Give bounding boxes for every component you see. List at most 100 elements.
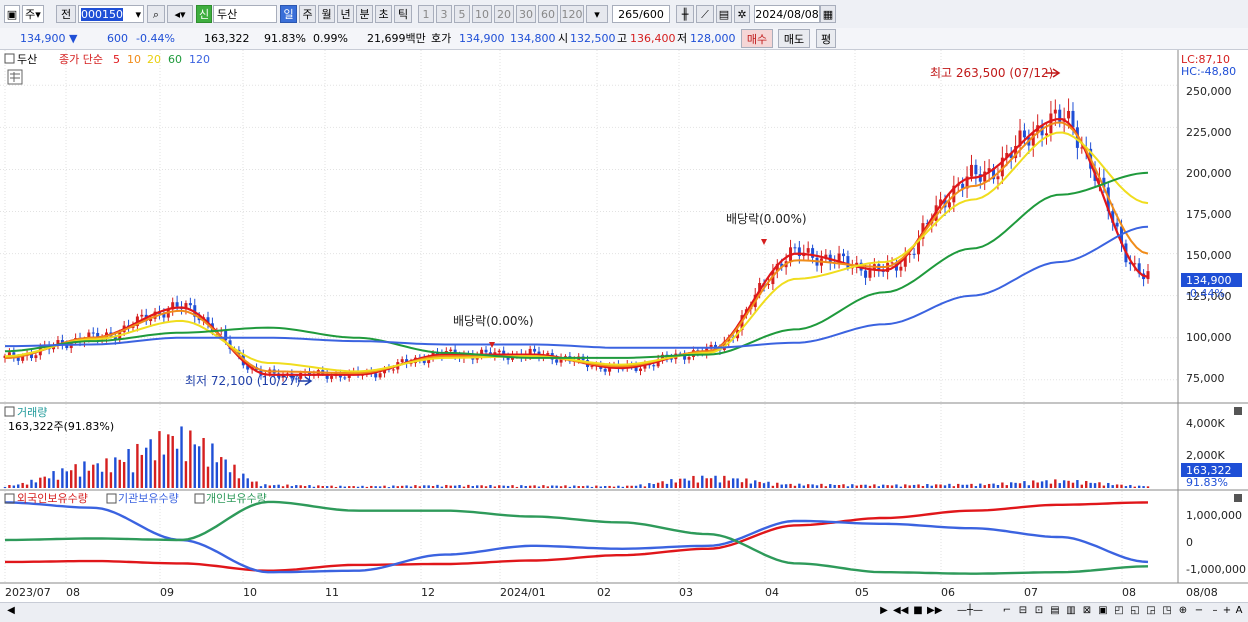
volume-bar	[418, 486, 422, 488]
stop-icon[interactable]: ■	[911, 603, 925, 618]
volume-box-icon[interactable]	[4, 406, 15, 417]
volume-bar	[299, 485, 302, 488]
flow-box-icon-3[interactable]	[194, 493, 205, 504]
scroll-left-icon[interactable]: ◀	[4, 603, 18, 618]
bottom-tool-icon-8[interactable]: ◰	[1112, 603, 1126, 618]
volume-bar	[431, 486, 435, 488]
prev-button[interactable]: 전	[56, 5, 76, 23]
bottom-tool-icon-10[interactable]: ◲	[1144, 603, 1158, 618]
avg-button[interactable]: 평	[816, 29, 836, 48]
bottom-tool-icon-6[interactable]: ⊠	[1080, 603, 1094, 618]
save-icon[interactable]: ▤	[716, 5, 732, 23]
calendar-icon[interactable]: ▦	[820, 5, 836, 23]
volume-bar	[34, 482, 38, 488]
bottom-tool-icon-1[interactable]: ⌐	[1000, 603, 1014, 618]
interval-20-button[interactable]: 20	[494, 5, 514, 23]
volume-bar	[952, 486, 956, 488]
volume-bar	[723, 475, 726, 488]
layout-icon[interactable]: ▣	[4, 5, 20, 23]
flow-close-icon[interactable]	[1234, 494, 1242, 502]
bottom-tool-icon-7[interactable]: ▣	[1096, 603, 1110, 618]
interval-30-button[interactable]: 30	[516, 5, 536, 23]
candle-body	[16, 357, 20, 361]
candle-icon[interactable]: ╫	[676, 5, 694, 23]
down-arrow-icon: ▼	[69, 32, 78, 45]
zoom-out-icon[interactable]: −	[1192, 603, 1206, 618]
volume-bar	[727, 480, 730, 488]
candle-body	[841, 253, 845, 257]
volume-bar	[171, 435, 174, 488]
volume-bar	[69, 470, 73, 488]
period-day-button[interactable]: 일	[280, 5, 297, 23]
period-month-button[interactable]: 월	[318, 5, 335, 23]
period-week-button[interactable]: 주	[299, 5, 316, 23]
volume-bar	[542, 485, 545, 488]
chart-area[interactable]: 250,000 225,000 200,000 175,000 150,000 …	[0, 50, 1248, 603]
volume-bar	[515, 486, 519, 488]
volume-bar	[1076, 480, 1079, 488]
scroll-right-icon[interactable]: ▶	[877, 603, 891, 618]
interval-3-button[interactable]: 3	[436, 5, 452, 23]
volume-bar	[599, 486, 602, 488]
x-label: 08	[1122, 586, 1136, 599]
volume-bar	[184, 461, 188, 488]
volume-bar	[533, 485, 536, 488]
sell-button[interactable]: 매도	[778, 29, 810, 48]
legend-box-icon[interactable]	[4, 53, 15, 64]
stock-name-input[interactable]: 두산	[213, 5, 277, 23]
bottom-tool-icon-9[interactable]: ◱	[1128, 603, 1142, 618]
interval-5-button[interactable]: 5	[454, 5, 470, 23]
bottom-tool-icon-4[interactable]: ▤	[1048, 603, 1062, 618]
volume-bar	[639, 484, 642, 488]
font-icon[interactable]: A	[1232, 603, 1246, 618]
rewind-icon[interactable]: ◀◀	[893, 603, 908, 618]
bottom-tool-icon-5[interactable]: ▥	[1064, 603, 1078, 618]
volume-bar	[568, 486, 572, 488]
quote-price-value: 134,900	[20, 32, 66, 45]
date-field[interactable]: 2024/08/08	[754, 5, 820, 23]
volume-bar	[47, 478, 51, 488]
period-second-button[interactable]: 초	[375, 5, 392, 23]
bottom-tool-icon-12[interactable]: ⊕	[1176, 603, 1190, 618]
interval-1-button[interactable]: 1	[418, 5, 434, 23]
bottom-tool-icon-2[interactable]: ⊟	[1016, 603, 1030, 618]
period-tick-button[interactable]: 틱	[394, 5, 412, 23]
interval-dropdown-icon[interactable]: ▾	[586, 5, 608, 23]
buy-button[interactable]: 매수	[741, 29, 773, 48]
volume-close-icon[interactable]	[1234, 407, 1242, 415]
type-select[interactable]: 주▾	[22, 5, 44, 23]
period-year-button[interactable]: 년	[337, 5, 354, 23]
count-field[interactable]: 265/600	[612, 5, 670, 23]
candle-body	[590, 366, 594, 368]
chart-svg[interactable]: 250,000 225,000 200,000 175,000 150,000 …	[0, 50, 1248, 603]
interval-120-button[interactable]: 120	[560, 5, 584, 23]
volume-bar	[648, 483, 651, 488]
search-icon[interactable]: ⌕	[147, 5, 165, 23]
bottom-tool-icon-11[interactable]: ◳	[1160, 603, 1174, 618]
volume-bar	[65, 471, 68, 488]
volume-bar	[1124, 486, 1128, 488]
volume-bar	[581, 486, 585, 488]
volume-bar	[1018, 483, 1022, 488]
interval-60-button[interactable]: 60	[538, 5, 558, 23]
bottom-tool-icon-3[interactable]: ⊡	[1032, 603, 1046, 618]
period-minute-button[interactable]: 분	[356, 5, 373, 23]
speaker-icon[interactable]: ◂▾	[167, 5, 193, 23]
interval-10-button[interactable]: 10	[472, 5, 492, 23]
table-icon[interactable]	[7, 69, 23, 85]
zoom-slider[interactable]: —┼—	[945, 603, 995, 618]
code-input[interactable]: 000150 ▾	[78, 5, 144, 23]
volume-bar	[815, 485, 819, 488]
gear-icon[interactable]: ✲	[734, 5, 750, 23]
ytick-250000: 250,000	[1186, 85, 1232, 98]
candle-body	[1115, 222, 1119, 227]
volume-bar	[255, 481, 258, 488]
volume-bar	[758, 481, 761, 488]
volume-bar	[780, 484, 783, 488]
line-tool-icon[interactable]: ⟋	[696, 5, 714, 23]
volume-info: 163,322주(91.83%)	[8, 420, 114, 433]
flow-box-icon-2[interactable]	[106, 493, 117, 504]
volume-bar	[127, 449, 130, 488]
legend-name[interactable]: 두산	[17, 53, 37, 66]
forward-icon[interactable]: ▶▶	[927, 603, 942, 618]
